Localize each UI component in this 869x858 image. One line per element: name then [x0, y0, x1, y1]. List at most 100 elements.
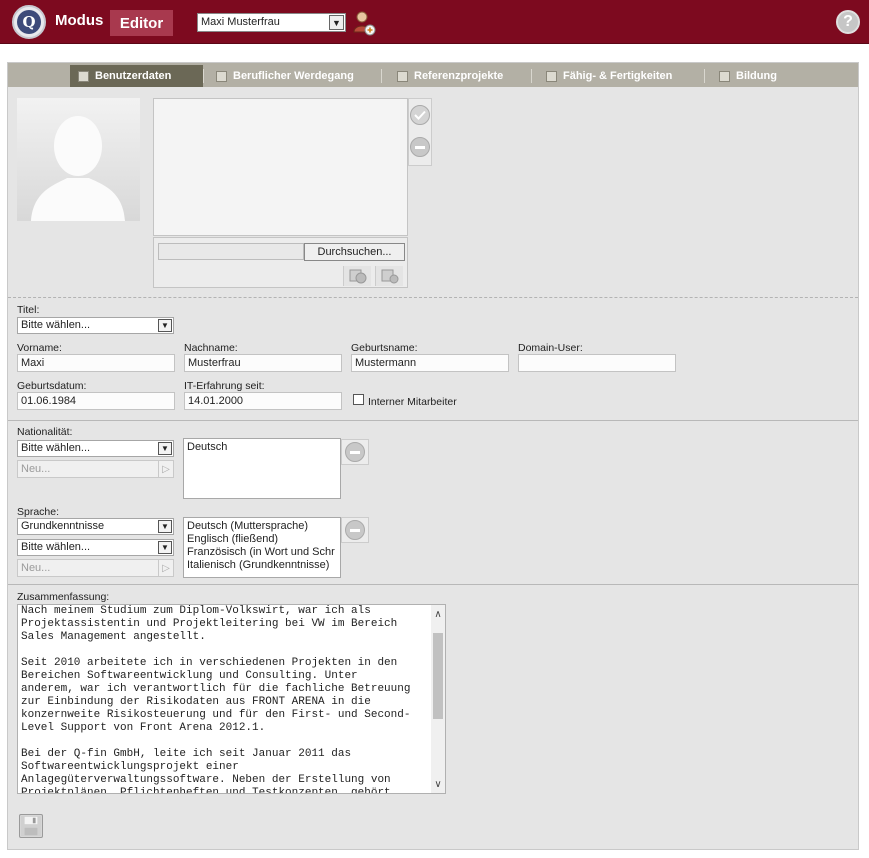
- tab-beruflicher-werdegang[interactable]: Beruflicher Werdegang: [208, 65, 378, 87]
- remove-language-button[interactable]: [341, 517, 369, 543]
- reload-image-button[interactable]: [343, 266, 371, 286]
- list-item[interactable]: Französisch (in Wort und Schr: [187, 546, 337, 559]
- interner-mitarbeiter-checkbox[interactable]: [353, 394, 364, 405]
- career-icon: [216, 70, 227, 82]
- arrow-right-icon[interactable]: ▷: [158, 461, 173, 477]
- interner-mitarbeiter-label: Interner Mitarbeiter: [368, 396, 457, 408]
- chevron-down-icon[interactable]: ▼: [158, 442, 172, 455]
- titel-label: Titel:: [17, 304, 40, 316]
- nationality-select-value: Bitte wählen...: [21, 442, 91, 454]
- profile-photo-placeholder: [17, 98, 140, 221]
- nationality-select[interactable]: Bitte wählen... ▼: [17, 440, 174, 457]
- nationality-listbox[interactable]: Deutsch: [183, 438, 341, 499]
- minus-circle-icon: [345, 520, 365, 540]
- help-icon[interactable]: ?: [836, 10, 860, 34]
- chevron-up-icon[interactable]: ∧: [431, 607, 445, 621]
- chevron-down-icon[interactable]: ▼: [158, 319, 172, 332]
- domain-user-field[interactable]: [518, 354, 676, 372]
- minus-icon: [415, 145, 425, 149]
- tab-referenzprojekte[interactable]: Referenzprojekte: [389, 65, 529, 87]
- chevron-down-icon[interactable]: ∨: [431, 777, 445, 791]
- list-item[interactable]: Englisch (fließend): [187, 533, 337, 546]
- nachname-field[interactable]: Musterfrau: [184, 354, 342, 372]
- logo-letter: Q: [17, 10, 41, 34]
- tab-bildung[interactable]: Bildung: [711, 65, 791, 87]
- file-upload-row: Durchsuchen...: [153, 237, 408, 288]
- tab-label: Beruflicher Werdegang: [233, 70, 354, 82]
- tab-label: Referenzprojekte: [414, 70, 504, 82]
- tab-bar: Benutzerdaten Beruflicher Werdegang Refe…: [8, 63, 858, 87]
- language-select-value: Bitte wählen...: [21, 541, 91, 553]
- list-item[interactable]: Deutsch: [187, 441, 337, 454]
- tab-label: Benutzerdaten: [95, 70, 172, 82]
- language-new-input[interactable]: Neu... ▷: [17, 559, 174, 577]
- language-label: Sprache:: [17, 506, 60, 518]
- summary-label: Zusammenfassung:: [17, 591, 110, 603]
- confirm-image-button[interactable]: [410, 105, 430, 125]
- summary-textarea[interactable]: Nach meinem Studium zum Diplom-Volkswirt…: [17, 604, 446, 794]
- language-new-placeholder: Neu...: [21, 562, 51, 574]
- language-select[interactable]: Bitte wählen... ▼: [17, 539, 174, 556]
- check-icon: [414, 110, 426, 120]
- gear-icon: [546, 70, 557, 82]
- app-name: Modus: [55, 12, 104, 29]
- tab-separator: [381, 69, 382, 83]
- list-item[interactable]: Deutsch (Muttersprache): [187, 520, 337, 533]
- avatar-silhouette-icon: [31, 116, 125, 221]
- geburtsname-field[interactable]: Mustermann: [351, 354, 509, 372]
- geburtsdatum-field[interactable]: 01.06.1984: [17, 392, 175, 410]
- nationality-label: Nationalität:: [17, 426, 73, 438]
- save-icon[interactable]: [19, 814, 43, 838]
- chevron-down-icon[interactable]: ▼: [158, 520, 172, 533]
- tab-faehigkeiten[interactable]: Fähig- & Fertigkeiten: [538, 65, 698, 87]
- nationality-new-input[interactable]: Neu... ▷: [17, 460, 174, 478]
- language-level-select[interactable]: Grundkenntnisse ▼: [17, 518, 174, 535]
- app-logo[interactable]: Q: [12, 5, 46, 39]
- it-erfahrung-field[interactable]: 14.01.2000: [184, 392, 342, 410]
- titel-select-value: Bitte wählen...: [21, 319, 91, 331]
- domain-user-label: Domain-User:: [518, 342, 583, 354]
- language-listbox[interactable]: Deutsch (Muttersprache) Englisch (fließe…: [183, 517, 341, 578]
- section-divider: [8, 584, 858, 585]
- section-divider: [8, 420, 858, 421]
- image-upload-icon: [381, 269, 398, 284]
- nationality-new-placeholder: Neu...: [21, 463, 51, 475]
- scrollbar-thumb[interactable]: [433, 633, 443, 719]
- add-user-icon[interactable]: [352, 10, 376, 36]
- minus-circle-icon: [345, 442, 365, 462]
- browse-button[interactable]: Durchsuchen...: [304, 243, 405, 261]
- list-item[interactable]: Italienisch (Grundkenntnisse): [187, 559, 337, 572]
- titel-select[interactable]: Bitte wählen... ▼: [17, 317, 174, 334]
- geburtsdatum-label: Geburtsdatum:: [17, 380, 87, 392]
- remove-nationality-button[interactable]: [341, 439, 369, 465]
- section-divider: [8, 297, 858, 298]
- nachname-label: Nachname:: [184, 342, 238, 354]
- mode-badge: Editor: [110, 10, 173, 36]
- chevron-down-icon[interactable]: ▼: [158, 541, 172, 554]
- app-header: Q Modus Editor Maxi Musterfrau ▼ ?: [0, 0, 869, 44]
- folder-icon: [397, 70, 408, 82]
- vorname-label: Vorname:: [17, 342, 62, 354]
- book-icon: [719, 70, 730, 82]
- image-refresh-icon: [349, 269, 366, 284]
- file-path-input[interactable]: [158, 243, 304, 260]
- language-level-value: Grundkenntnisse: [21, 520, 105, 532]
- remove-image-button[interactable]: [410, 137, 430, 157]
- tab-separator: [531, 69, 532, 83]
- image-action-buttons: [408, 98, 432, 166]
- tab-benutzerdaten[interactable]: Benutzerdaten: [70, 65, 203, 87]
- tab-label: Bildung: [736, 70, 777, 82]
- user-select[interactable]: Maxi Musterfrau ▼: [197, 13, 346, 32]
- user-data-icon: [78, 70, 89, 82]
- arrow-right-icon[interactable]: ▷: [158, 560, 173, 576]
- vorname-field[interactable]: Maxi: [17, 354, 175, 372]
- tab-label: Fähig- & Fertigkeiten: [563, 70, 673, 82]
- geburtsname-label: Geburtsname:: [351, 342, 418, 354]
- image-preview-area: [153, 98, 408, 236]
- upload-image-button[interactable]: [375, 266, 403, 286]
- tab-separator: [704, 69, 705, 83]
- main-panel: Benutzerdaten Beruflicher Werdegang Refe…: [7, 62, 859, 850]
- tab-separator: [203, 69, 204, 83]
- summary-scrollbar[interactable]: ∧ ∨: [431, 605, 445, 793]
- chevron-down-icon[interactable]: ▼: [329, 15, 344, 30]
